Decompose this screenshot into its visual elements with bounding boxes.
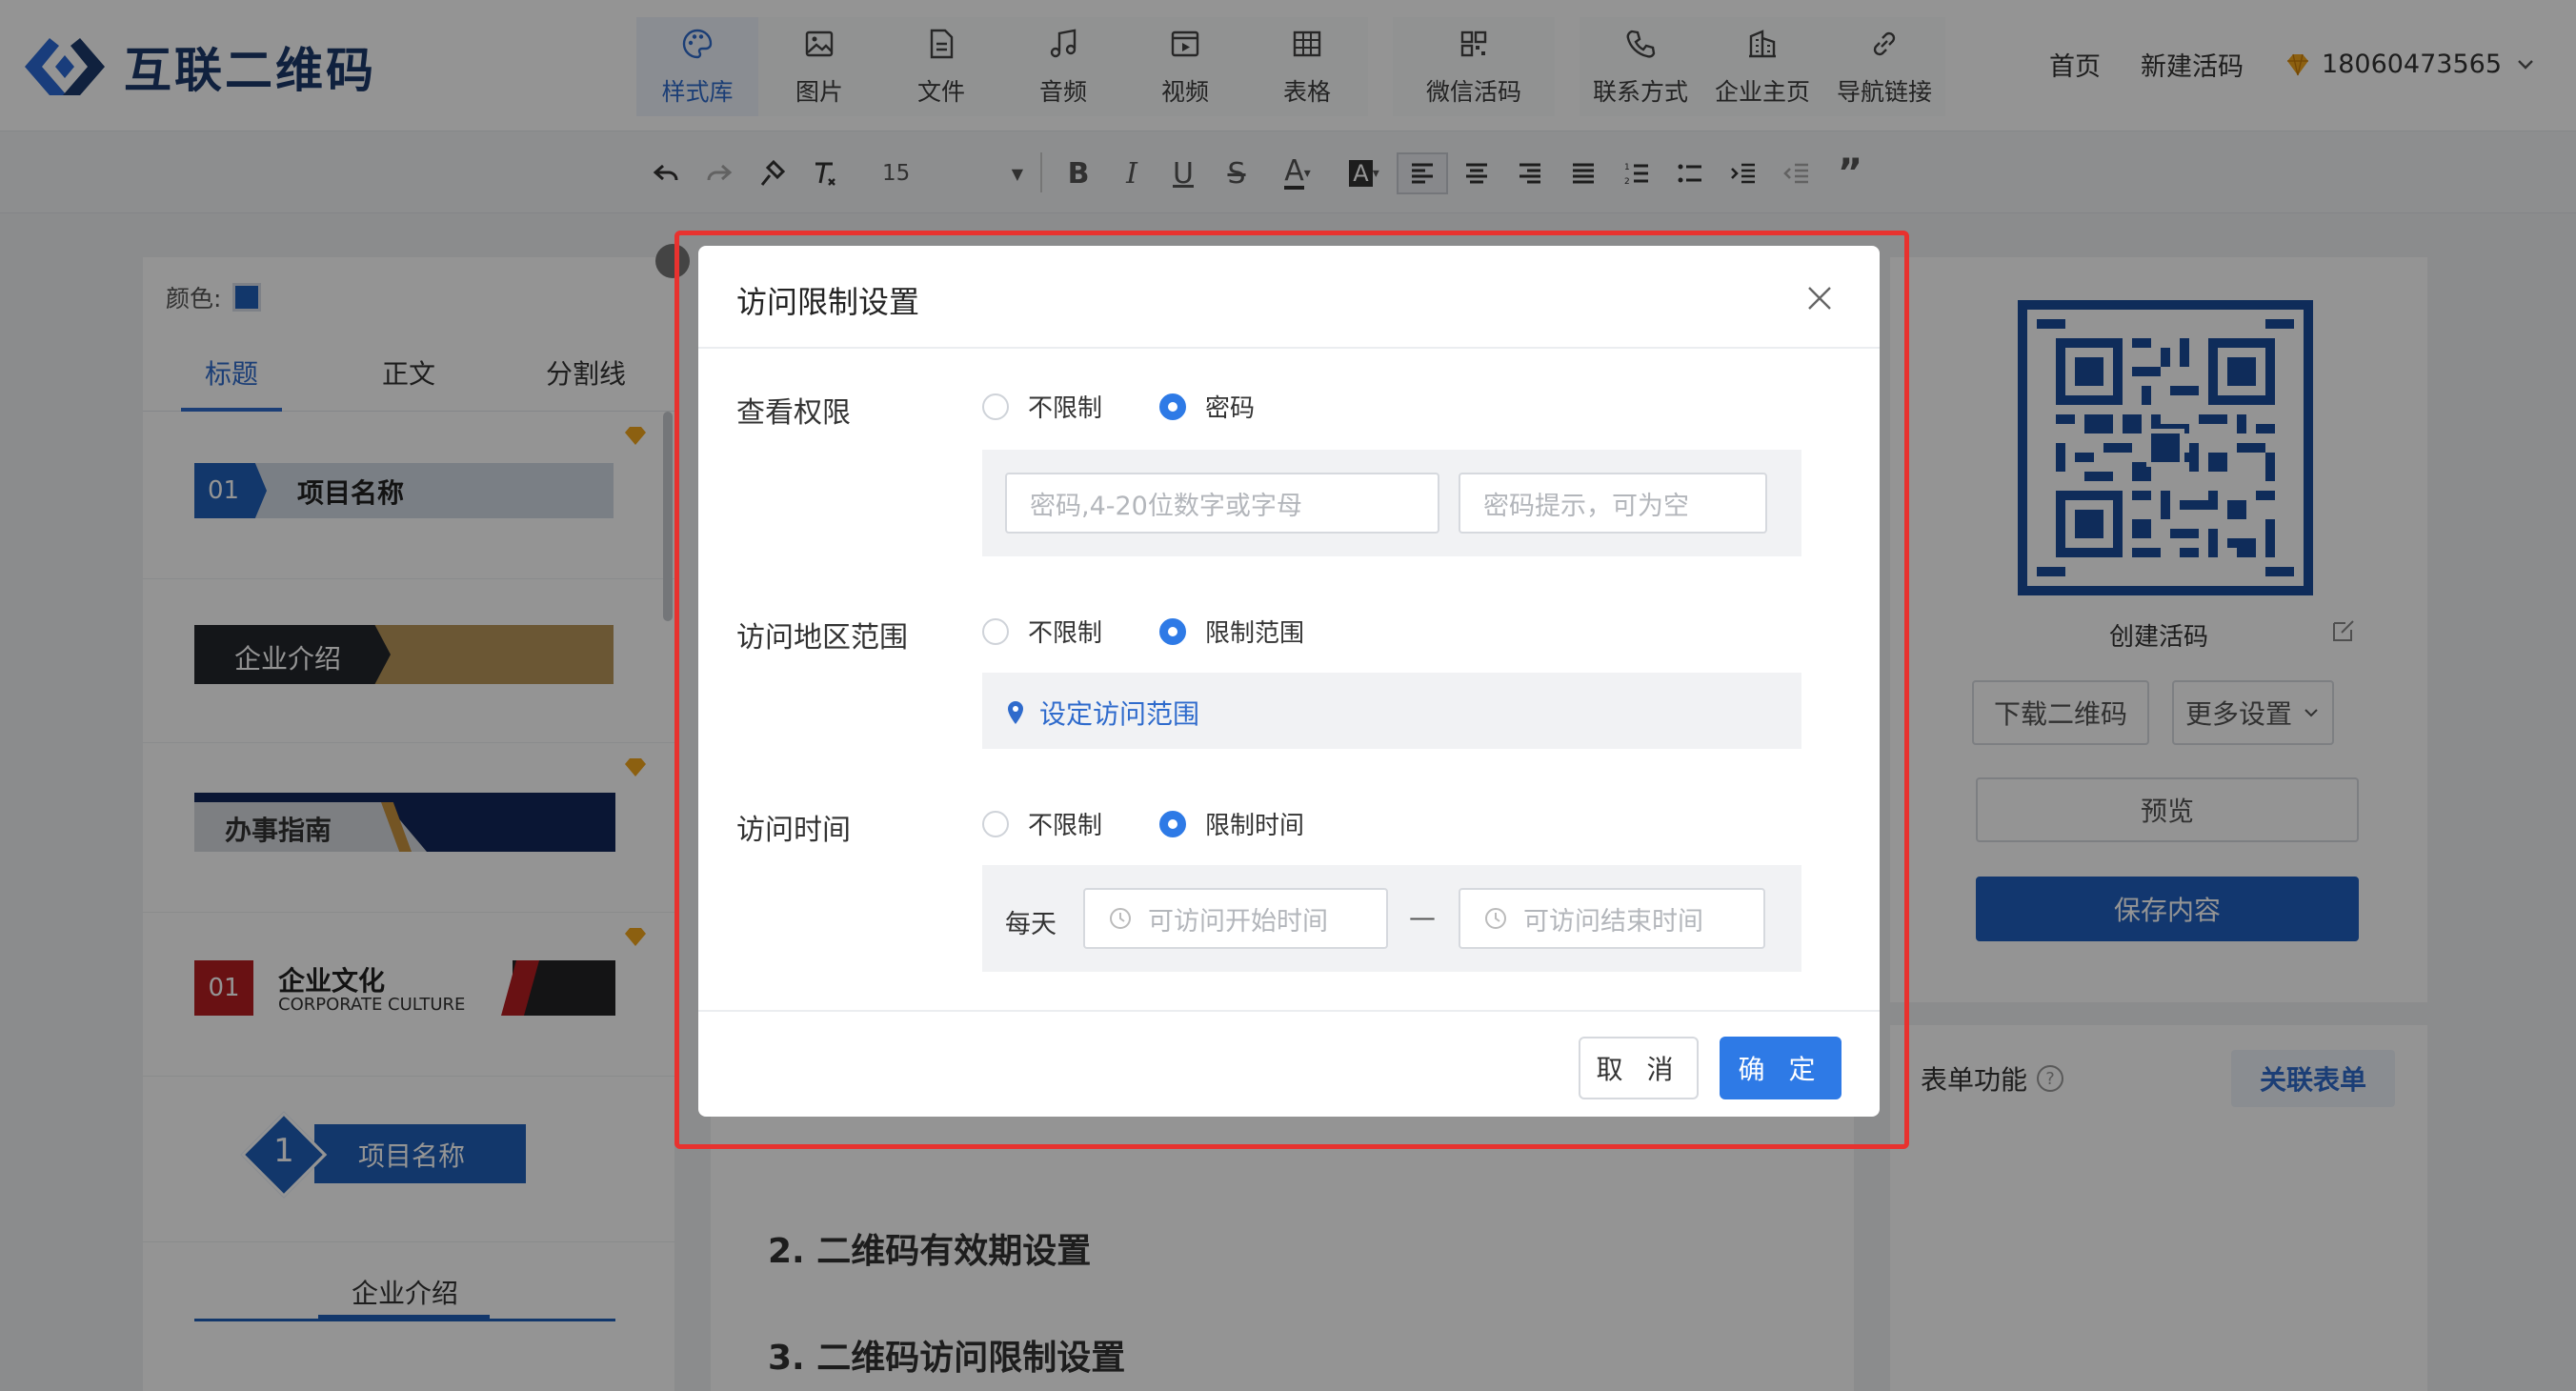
password-hint-placeholder: 密码提示，可为空 bbox=[1483, 491, 1689, 521]
clock-icon bbox=[1485, 908, 1506, 929]
dialog-header: 访问限制设置 bbox=[698, 246, 1880, 349]
password-hint-input[interactable]: 密码提示，可为空 bbox=[1459, 473, 1767, 534]
start-time-input[interactable]: 可访问开始时间 bbox=[1083, 888, 1388, 949]
dialog-title: 访问限制设置 bbox=[736, 284, 920, 320]
time-no-limit-radio[interactable]: 不限制 bbox=[982, 806, 1102, 841]
radio-unchecked bbox=[982, 810, 1009, 837]
radio-label: 限制范围 bbox=[1205, 619, 1305, 648]
radio-label: 不限制 bbox=[1028, 812, 1103, 840]
end-time-placeholder: 可访问结束时间 bbox=[1523, 906, 1703, 937]
radio-unchecked bbox=[982, 617, 1009, 645]
password-input[interactable]: 密码,4-20位数字或字母 bbox=[1005, 473, 1439, 534]
region-limit-radio[interactable]: 限制范围 bbox=[1159, 614, 1304, 649]
radio-label: 限制时间 bbox=[1205, 812, 1305, 840]
radio-checked bbox=[1159, 393, 1186, 420]
end-time-input[interactable]: 可访问结束时间 bbox=[1459, 888, 1765, 949]
confirm-button[interactable]: 确 定 bbox=[1720, 1037, 1841, 1099]
radio-unchecked bbox=[982, 393, 1009, 420]
access-limit-dialog: 访问限制设置 查看权限 不限制 密码 密码,4-20位数字或字母 密码提示，可为… bbox=[698, 246, 1880, 1117]
time-label: 访问时间 bbox=[736, 814, 851, 847]
location-pin-icon bbox=[1008, 701, 1023, 724]
radio-checked bbox=[1159, 810, 1186, 837]
region-label: 访问地区范围 bbox=[736, 621, 908, 655]
close-icon[interactable] bbox=[1805, 284, 1834, 312]
clock-icon bbox=[1110, 908, 1131, 929]
password-box: 密码,4-20位数字或字母 密码提示，可为空 bbox=[982, 450, 1801, 556]
radio-label: 密码 bbox=[1205, 394, 1256, 423]
dialog-footer: 取 消 确 定 bbox=[698, 1010, 1880, 1117]
password-placeholder: 密码,4-20位数字或字母 bbox=[1030, 491, 1302, 521]
view-permission-label: 查看权限 bbox=[736, 396, 851, 430]
time-box: 每天 可访问开始时间 — 可访问结束时间 bbox=[982, 865, 1801, 972]
region-box: 设定访问范围 bbox=[982, 673, 1801, 749]
cancel-button[interactable]: 取 消 bbox=[1579, 1037, 1699, 1099]
time-range-dash: — bbox=[1409, 901, 1436, 933]
view-no-limit-radio[interactable]: 不限制 bbox=[982, 389, 1102, 424]
start-time-placeholder: 可访问开始时间 bbox=[1148, 906, 1328, 937]
time-limit-radio[interactable]: 限制时间 bbox=[1159, 806, 1304, 841]
view-password-radio[interactable]: 密码 bbox=[1159, 389, 1255, 424]
radio-label: 不限制 bbox=[1028, 619, 1103, 648]
radio-label: 不限制 bbox=[1028, 394, 1103, 423]
set-range-label: 设定访问范围 bbox=[1039, 698, 1200, 730]
daily-label: 每天 bbox=[1005, 910, 1057, 939]
radio-checked bbox=[1159, 617, 1186, 645]
region-no-limit-radio[interactable]: 不限制 bbox=[982, 614, 1102, 649]
set-range-link[interactable]: 设定访问范围 bbox=[1005, 694, 1199, 732]
